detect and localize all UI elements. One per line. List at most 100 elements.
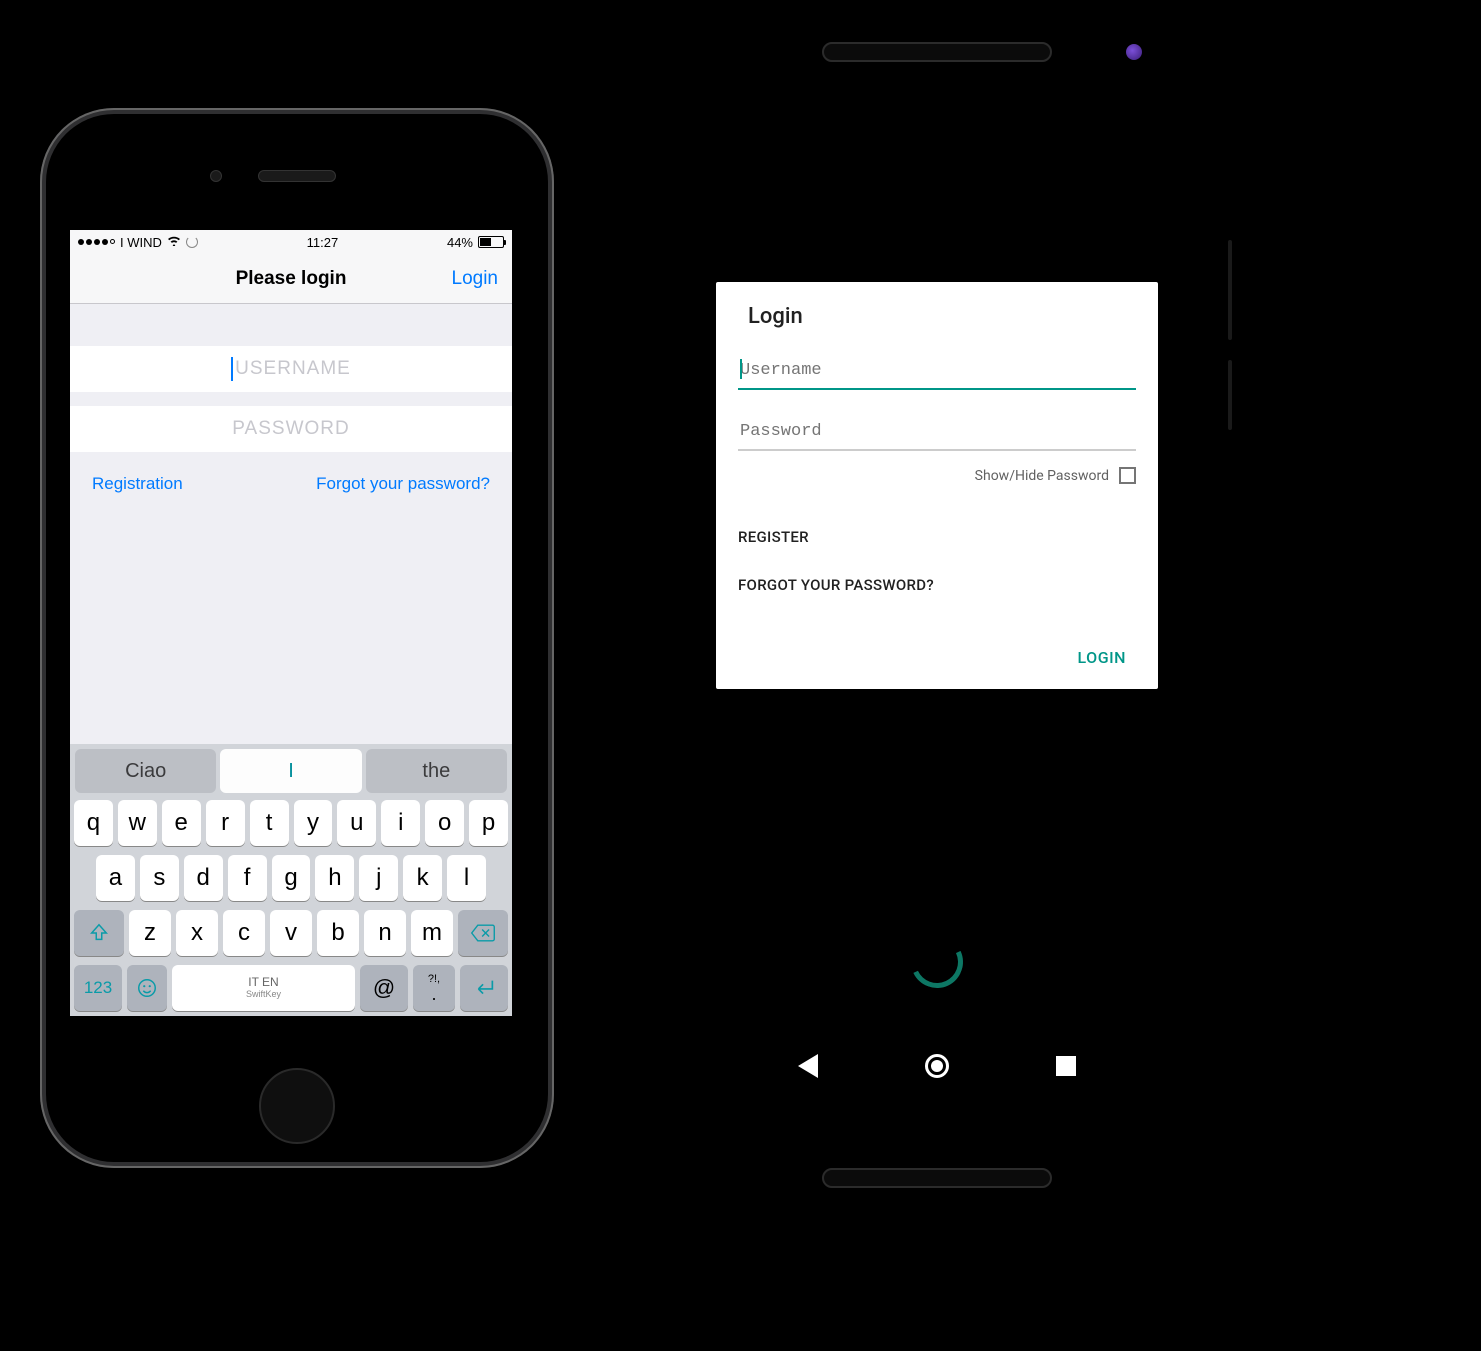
key-emoji[interactable]: [127, 965, 167, 1011]
key-f[interactable]: f: [228, 855, 267, 901]
key-v[interactable]: v: [270, 910, 312, 956]
iphone-device: I WIND 11:27 44% Please login Login U: [40, 108, 554, 1168]
loading-spinner-icon: [186, 236, 198, 248]
key-m[interactable]: m: [411, 910, 453, 956]
android-screen: Login Show/Hide Password REGISTER FORGOT…: [684, 90, 1190, 1100]
suggestion-3[interactable]: the: [366, 749, 507, 793]
username-placeholder: USERNAME: [235, 358, 351, 380]
key-d[interactable]: d: [184, 855, 223, 901]
android-device: Login Show/Hide Password REGISTER FORGOT…: [646, 0, 1228, 1216]
signal-icon: [78, 239, 115, 245]
key-t[interactable]: t: [250, 800, 289, 846]
wifi-icon: [167, 235, 181, 249]
key-punct[interactable]: ?!, .: [413, 965, 455, 1011]
username-field-el[interactable]: [738, 355, 1136, 390]
key-w[interactable]: w: [118, 800, 157, 846]
forgot-password-link[interactable]: Forgot your password?: [316, 474, 490, 494]
key-backspace[interactable]: [458, 910, 508, 956]
key-123[interactable]: 123: [74, 965, 122, 1011]
password-input[interactable]: PASSWORD: [70, 406, 512, 452]
space-lang-label: IT EN: [248, 976, 278, 989]
nav-back-icon[interactable]: [798, 1054, 818, 1078]
key-space[interactable]: IT EN SwiftKey: [172, 965, 355, 1011]
return-icon: [471, 977, 497, 999]
status-time: 11:27: [307, 235, 339, 250]
key-p[interactable]: p: [469, 800, 508, 846]
suggestion-1[interactable]: Ciao: [75, 749, 216, 793]
key-e[interactable]: e: [162, 800, 201, 846]
loading-spinner-icon: [904, 929, 971, 996]
keyboard-row-4: 123 IT EN SwiftKey @ ?!, .: [74, 965, 508, 1011]
key-c[interactable]: c: [223, 910, 265, 956]
username-input[interactable]: USERNAME: [70, 346, 512, 392]
key-l[interactable]: l: [447, 855, 486, 901]
register-button[interactable]: REGISTER: [738, 518, 1136, 556]
key-s[interactable]: s: [140, 855, 179, 901]
shift-icon: [88, 922, 110, 944]
key-i[interactable]: i: [381, 800, 420, 846]
iphone-speaker: [258, 170, 336, 182]
suggestion-2[interactable]: I: [220, 749, 361, 793]
text-caret: [740, 359, 742, 379]
nav-home-icon[interactable]: [925, 1054, 949, 1078]
key-u[interactable]: u: [337, 800, 376, 846]
ios-login-form: USERNAME PASSWORD Registration Forgot yo…: [70, 346, 512, 494]
show-hide-password[interactable]: Show/Hide Password: [738, 467, 1136, 484]
page-title: Please login: [236, 268, 347, 290]
key-at[interactable]: @: [360, 965, 408, 1011]
android-volume-button[interactable]: [1228, 240, 1232, 340]
keyboard-suggestions: Ciao I the: [74, 749, 508, 793]
android-nav-bar: [684, 1054, 1190, 1078]
registration-link[interactable]: Registration: [92, 474, 183, 494]
password-field-el[interactable]: [738, 416, 1136, 451]
key-return[interactable]: [460, 965, 508, 1011]
text-caret: [231, 357, 233, 381]
key-y[interactable]: y: [294, 800, 333, 846]
key-z[interactable]: z: [129, 910, 171, 956]
key-o[interactable]: o: [425, 800, 464, 846]
password-placeholder: PASSWORD: [232, 418, 349, 440]
login-button[interactable]: Login: [452, 268, 499, 290]
iphone-screen: I WIND 11:27 44% Please login Login U: [70, 230, 512, 1016]
space-brand-label: SwiftKey: [246, 990, 281, 1000]
punct-bot: .: [431, 985, 436, 1003]
keyboard-row-1: q w e r t y u i o p: [74, 800, 508, 846]
android-speaker-top: [822, 42, 1052, 62]
dialog-title: Login: [738, 304, 1136, 355]
nav-recent-icon[interactable]: [1056, 1056, 1076, 1076]
key-n[interactable]: n: [364, 910, 406, 956]
key-x[interactable]: x: [176, 910, 218, 956]
username-input[interactable]: [738, 355, 1136, 390]
key-k[interactable]: k: [403, 855, 442, 901]
ios-keyboard: Ciao I the q w e r t y u i o p a s d f: [70, 744, 512, 1016]
android-speaker-bottom: [822, 1168, 1052, 1188]
backspace-icon: [470, 923, 496, 943]
battery-icon: [478, 236, 504, 248]
key-j[interactable]: j: [359, 855, 398, 901]
keyboard-row-2: a s d f g h j k l: [74, 855, 508, 901]
iphone-front-camera: [210, 170, 222, 182]
key-q[interactable]: q: [74, 800, 113, 846]
android-login-dialog: Login Show/Hide Password REGISTER FORGOT…: [716, 282, 1158, 689]
forgot-password-button[interactable]: FORGOT YOUR PASSWORD?: [738, 566, 1136, 604]
key-shift[interactable]: [74, 910, 124, 956]
punct-top: ?!,: [428, 974, 440, 985]
key-h[interactable]: h: [315, 855, 354, 901]
password-input[interactable]: [738, 416, 1136, 451]
show-hide-label: Show/Hide Password: [975, 468, 1109, 484]
checkbox-icon[interactable]: [1119, 467, 1136, 484]
android-power-button[interactable]: [1228, 360, 1232, 430]
key-g[interactable]: g: [272, 855, 311, 901]
battery-percent: 44%: [447, 235, 473, 250]
android-front-camera: [1126, 44, 1142, 60]
carrier-label: I WIND: [120, 235, 162, 250]
iphone-home-button[interactable]: [259, 1068, 335, 1144]
keyboard-row-3: z x c v b n m: [74, 910, 508, 956]
key-r[interactable]: r: [206, 800, 245, 846]
ios-nav-bar: Please login Login: [70, 254, 512, 304]
login-button[interactable]: LOGIN: [1068, 640, 1136, 675]
key-a[interactable]: a: [96, 855, 135, 901]
emoji-icon: [136, 977, 158, 999]
key-b[interactable]: b: [317, 910, 359, 956]
ios-status-bar: I WIND 11:27 44%: [70, 230, 512, 254]
